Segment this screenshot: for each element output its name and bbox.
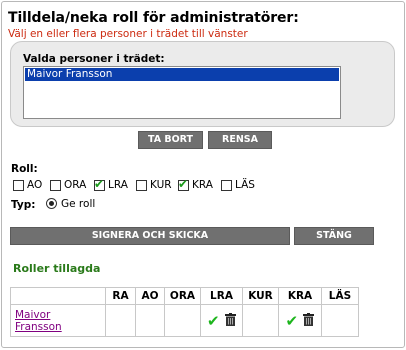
remove-button[interactable]: TA BORT: [138, 131, 203, 149]
instruction-text: Välj en eller flera personer i trädet ti…: [8, 28, 248, 40]
kra-cell: ✔: [278, 304, 322, 337]
table-row: Maivor Fransson ✔ ✔: [10, 304, 359, 337]
column-header: RA: [105, 287, 136, 305]
person-cell: Maivor Fransson: [10, 304, 106, 337]
selected-people-list[interactable]: Maivor Fransson: [23, 66, 341, 119]
roles-added-table: RA AO ORA LRA KUR KRA LÄS Maivor Fransso…: [10, 287, 359, 337]
column-header: KRA: [278, 287, 322, 305]
close-button[interactable]: STÄNG: [294, 227, 374, 245]
column-header: LÄS: [321, 287, 359, 305]
role-label-lra: LRA: [108, 179, 128, 191]
role-checkbox-lra[interactable]: ✔: [94, 177, 105, 191]
ao-cell: [135, 304, 165, 337]
role-label-kra: KRA: [192, 179, 213, 191]
role-checkbox-ora[interactable]: [50, 180, 61, 191]
selected-people-panel: Valda personer i trädet: Maivor Fransson: [10, 41, 395, 127]
ra-cell: [105, 304, 136, 337]
checkmark-icon: ✔: [178, 177, 189, 191]
give-role-label: Ge roll: [61, 198, 96, 210]
role-checkbox-kur[interactable]: [136, 180, 147, 191]
column-header: KUR: [242, 287, 279, 305]
check-icon: ✔: [285, 311, 299, 330]
column-header: [10, 287, 106, 305]
column-header: LRA: [200, 287, 243, 305]
las-cell: [321, 304, 359, 337]
role-checkbox-ao[interactable]: [13, 180, 24, 191]
role-label-las: LÄS: [235, 179, 255, 191]
role-checkbox-kra[interactable]: ✔: [178, 177, 189, 191]
type-label: Typ:: [11, 199, 36, 211]
lra-cell: ✔: [200, 304, 243, 337]
selected-people-label: Valda personer i trädet:: [23, 53, 165, 65]
column-header: AO: [135, 287, 165, 305]
role-label-kur: KUR: [150, 179, 172, 191]
role-label: Roll:: [11, 163, 38, 175]
role-checkbox-las[interactable]: [221, 180, 232, 191]
sign-and-send-button[interactable]: SIGNERA OCH SKICKA: [10, 227, 290, 245]
list-item[interactable]: Maivor Fransson: [25, 68, 339, 81]
kur-cell: [242, 304, 279, 337]
give-role-radio[interactable]: [46, 198, 57, 209]
page-title: Tilldela/neka roll för administratörer:: [8, 10, 299, 26]
person-link[interactable]: Maivor Fransson: [11, 309, 105, 333]
ora-cell: [164, 304, 201, 337]
person-last-name: Fransson: [15, 320, 62, 333]
trash-icon[interactable]: [224, 312, 236, 329]
roles-added-heading: Roller tillagda: [13, 262, 101, 275]
column-header: ORA: [164, 287, 201, 305]
check-icon: ✔: [207, 311, 220, 330]
clear-button[interactable]: RENSA: [208, 131, 272, 149]
person-first-name: Maivor: [15, 308, 51, 321]
role-label-ora: ORA: [64, 179, 87, 191]
checkmark-icon: ✔: [94, 177, 105, 191]
role-label-ao: AO: [27, 179, 43, 191]
radio-selected-dot: [49, 201, 54, 206]
trash-icon[interactable]: [303, 312, 315, 329]
